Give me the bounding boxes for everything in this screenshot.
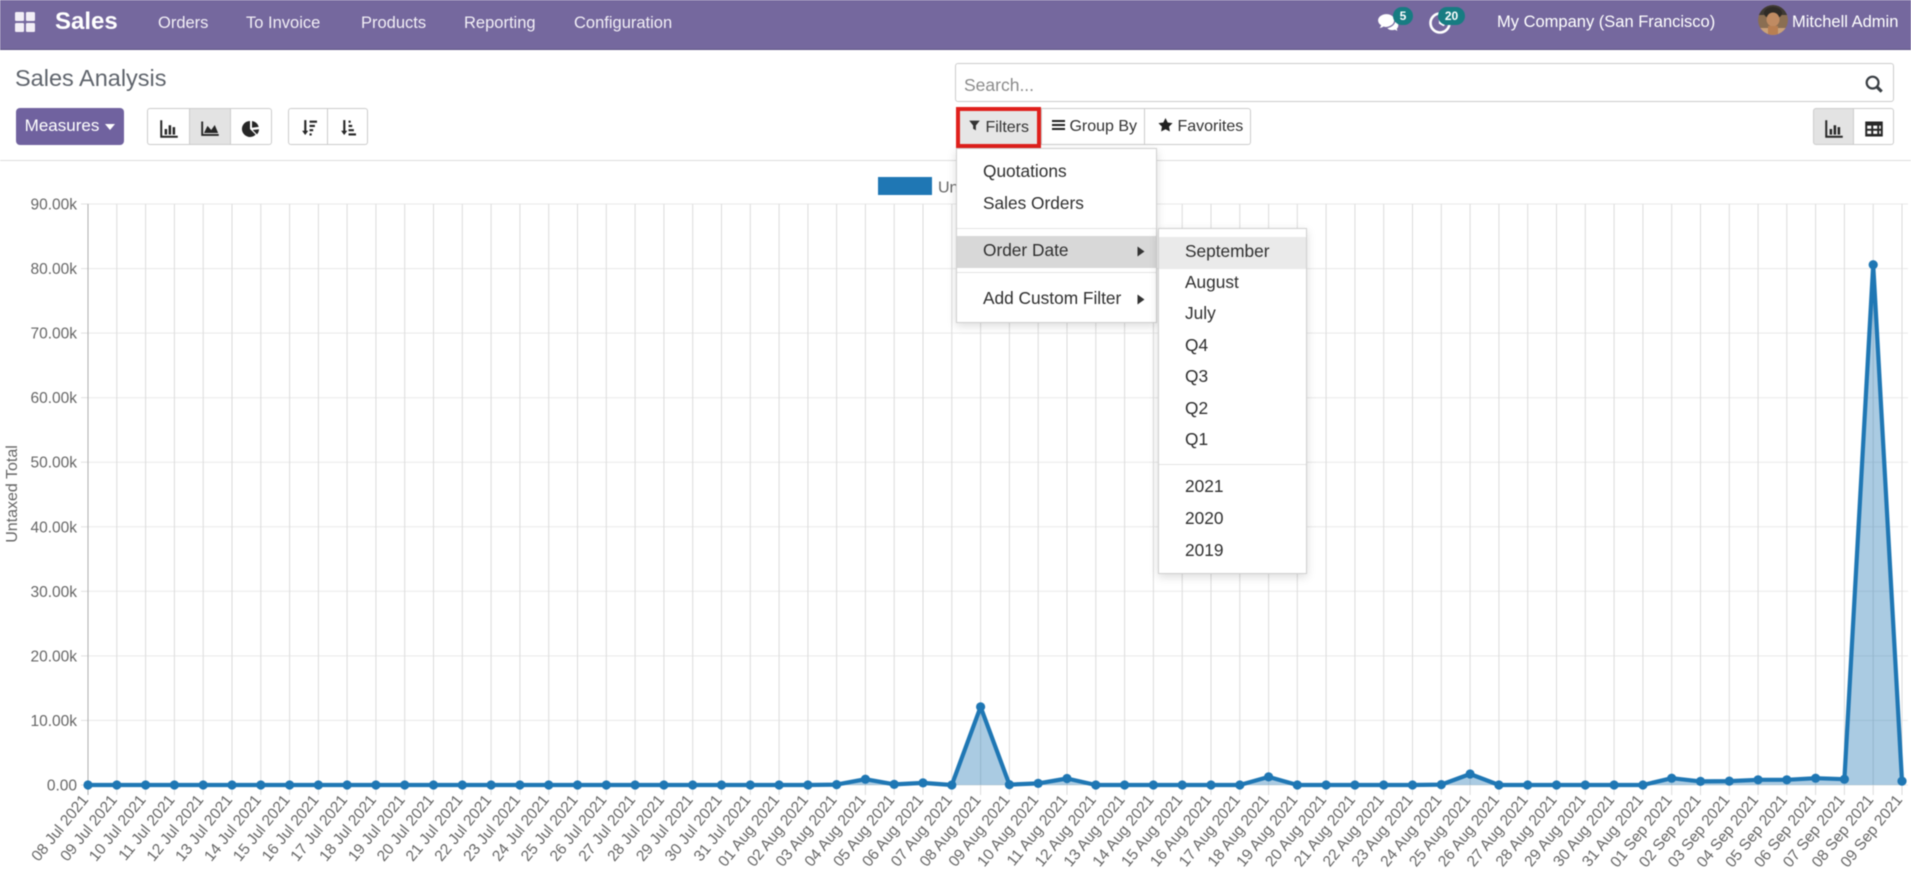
svg-text:30.00k: 30.00k (30, 584, 77, 601)
svg-text:20.00k: 20.00k (30, 648, 77, 665)
svg-text:90.00k: 90.00k (30, 197, 77, 214)
svg-text:Untaxed Total: Untaxed Total (4, 445, 21, 543)
svg-text:50.00k: 50.00k (30, 455, 77, 472)
svg-text:0.00: 0.00 (47, 778, 78, 795)
svg-text:40.00k: 40.00k (30, 519, 77, 536)
svg-text:60.00k: 60.00k (30, 390, 77, 407)
svg-text:70.00k: 70.00k (30, 326, 77, 343)
svg-text:10.00k: 10.00k (30, 713, 77, 730)
svg-text:80.00k: 80.00k (30, 261, 77, 278)
